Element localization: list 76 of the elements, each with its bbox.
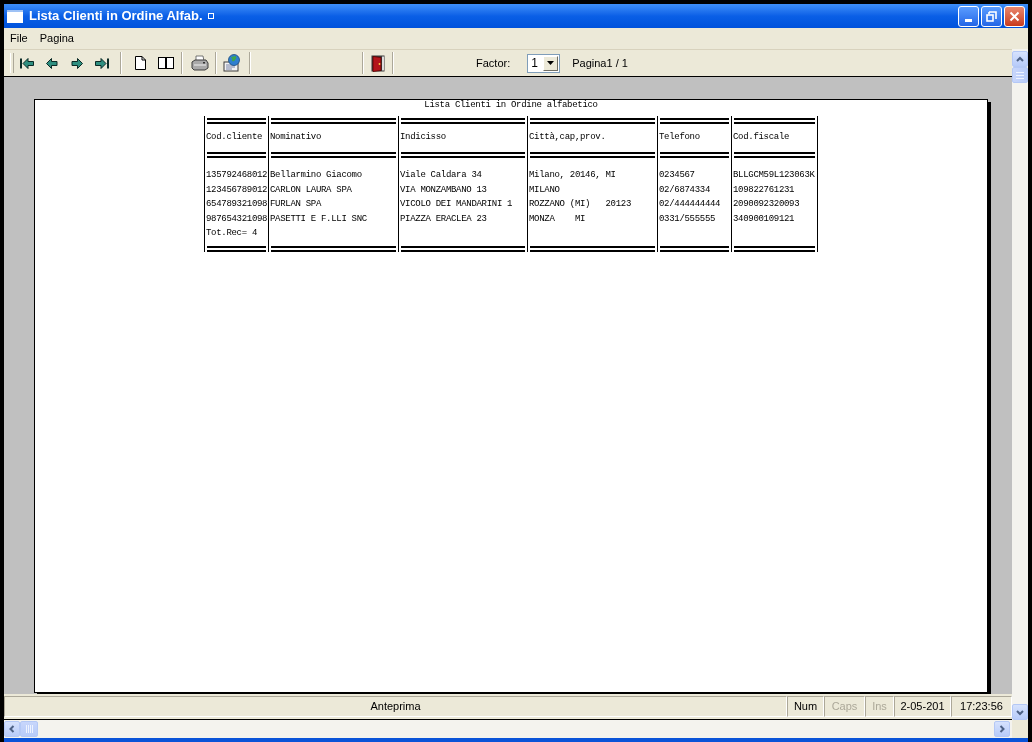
grip-lines-icon xyxy=(25,725,33,733)
last-page-icon xyxy=(94,57,109,69)
menu-item[interactable]: File xyxy=(6,30,32,47)
column-header: Cod.cliente xyxy=(206,131,263,145)
table-cell-text: 0234567 xyxy=(659,169,695,182)
caret-icon xyxy=(547,61,555,65)
status-message: Anteprima xyxy=(4,696,787,717)
table-cell-text: 987654321098 xyxy=(206,212,268,226)
key-indicator: Num xyxy=(787,696,824,717)
table-cell-text: PIAZZA ERACLEA 23 xyxy=(400,212,487,226)
table-cell-text: PASETTI E F.LLI SNC xyxy=(270,212,367,226)
column-header: Cod.fiscale xyxy=(733,131,790,145)
table-cell-text: 0331/555555 xyxy=(659,212,716,226)
close-icon xyxy=(1009,10,1020,22)
minimize-icon xyxy=(965,18,972,22)
page-indicator: Pagina1 / 1 xyxy=(572,55,628,71)
column-header: Città,cap,prov. xyxy=(529,131,606,145)
report-title: Lista Clienti in Ordine alfabetico xyxy=(424,100,598,110)
table-cell-text: MONZA MI xyxy=(529,212,586,226)
scrollbar-corner xyxy=(1012,720,1028,738)
table-cell-text: 02/6874334 xyxy=(659,183,710,197)
scroll-down-button[interactable] xyxy=(1012,704,1028,720)
window-title: Lista Clienti in Ordine Alfab. xyxy=(29,7,203,26)
table-cell-text: BLLGCM59L123063K xyxy=(733,169,815,182)
table-cell-text: ROZZANO (MI) 20123 xyxy=(529,198,632,211)
table-cell-text: VIA MONZAMBANO 13 xyxy=(400,183,487,197)
scroll-left-button[interactable] xyxy=(4,721,20,737)
table-cell-text: Viale Caldara 34 xyxy=(400,169,482,182)
date-panel: 2-05-201 xyxy=(894,696,951,717)
chevron-left-icon xyxy=(7,724,17,734)
restore-button[interactable] xyxy=(981,5,1002,27)
table-cell-text: 123456789012 xyxy=(206,183,268,197)
key-indicator: Ins xyxy=(865,696,894,717)
page-icon xyxy=(135,56,146,70)
record-count: Tot.Rec= 4 xyxy=(206,227,257,240)
factor-label: Factor: xyxy=(476,55,511,71)
table-cell-text: 109822761231 xyxy=(733,183,795,197)
restore-icon xyxy=(986,10,997,22)
chevron-right-icon xyxy=(997,724,1007,734)
key-indicator: Caps xyxy=(824,696,865,717)
dropdown-button[interactable] xyxy=(543,55,559,71)
previous-icon xyxy=(45,57,58,69)
table-cell-text: 654789321098 xyxy=(206,198,268,211)
table-cell-text: FURLAN SPA xyxy=(270,198,321,211)
scroll-up-button[interactable] xyxy=(1012,51,1028,67)
time-panel: 17:23:56 xyxy=(951,696,1012,717)
table-cell-text: 2090092320093 xyxy=(733,198,800,211)
close-button[interactable] xyxy=(1004,5,1025,27)
chevron-up-icon xyxy=(1015,54,1025,64)
table-cell-text: 340900109121 xyxy=(733,212,795,226)
two-page-icon xyxy=(157,57,174,69)
printer-icon xyxy=(191,55,209,71)
chevron-down-icon xyxy=(1015,707,1025,717)
scroll-right-button[interactable] xyxy=(994,721,1010,737)
table-cell-text: Milano, 20146, MI xyxy=(529,169,616,182)
column-header: Indicisso xyxy=(400,131,446,145)
minimize-button[interactable] xyxy=(958,5,979,27)
first-page-icon xyxy=(19,57,34,69)
grip-lines-icon xyxy=(1016,71,1024,79)
grip-icon[interactable] xyxy=(10,53,14,73)
next-icon xyxy=(70,57,83,69)
table-cell-text: 135792468012 xyxy=(206,169,268,182)
table-cell-text: 02/444444444 xyxy=(659,198,721,211)
table-cell-text: CARLON LAURA SPA xyxy=(270,183,352,197)
door-icon xyxy=(371,54,385,72)
table-cell-text: MILANO xyxy=(529,183,560,197)
scrollbar-thumb[interactable] xyxy=(20,721,38,737)
scrollbar-thumb[interactable] xyxy=(1012,67,1028,83)
column-header: Telefono xyxy=(659,131,700,145)
table-cell-text: VICOLO DEI MANDARINI 1 xyxy=(400,198,513,211)
window-icon xyxy=(7,9,23,23)
column-header: Nominativo xyxy=(270,131,321,145)
menu-item[interactable]: Pagina xyxy=(35,30,78,47)
factor-dropdown[interactable]: 1 xyxy=(527,53,561,73)
table-cell-text: Bellarmino Giacomo xyxy=(270,169,362,182)
globe-document-icon xyxy=(223,54,241,72)
